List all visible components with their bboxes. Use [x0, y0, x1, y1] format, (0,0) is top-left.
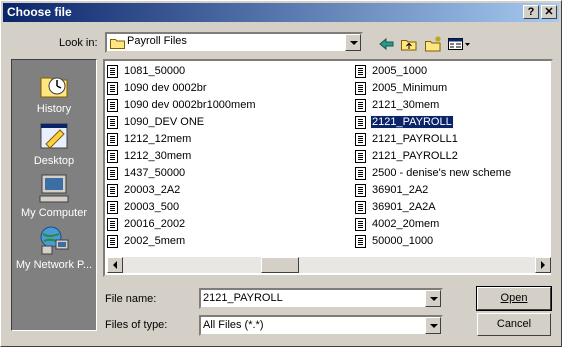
cancel-button[interactable]: Cancel — [477, 313, 551, 336]
cancel-button-label: Cancel — [496, 318, 532, 330]
history-icon — [38, 68, 70, 100]
document-icon — [107, 133, 118, 146]
places-my-network-label: My Network P... — [15, 259, 93, 271]
scroll-left-button[interactable] — [107, 257, 123, 273]
file-name-field[interactable]: 2121_PAYROLL — [199, 288, 443, 309]
document-icon — [107, 201, 118, 214]
document-icon — [107, 116, 118, 129]
places-my-network[interactable]: My Network P... — [12, 224, 96, 271]
document-icon — [355, 99, 366, 112]
document-icon — [355, 133, 366, 146]
file-name: 20003_2A2 — [124, 184, 181, 196]
file-name: 2500 - denise's new scheme — [372, 167, 512, 179]
file-name-label: File name: — [105, 293, 157, 305]
horizontal-scrollbar[interactable] — [107, 257, 551, 273]
file-name: 2005_Minimum — [372, 82, 448, 94]
file-name: 1212_12mem — [124, 133, 192, 145]
file-name: 36901_2A2 — [372, 184, 429, 196]
places-desktop[interactable]: Desktop — [12, 120, 96, 167]
file-type-label: Files of type: — [105, 319, 168, 331]
places-history-label: History — [36, 103, 72, 115]
document-icon — [355, 184, 366, 197]
look-in-value: Payroll Files — [127, 35, 187, 47]
open-button-label: Open — [500, 292, 528, 304]
document-icon — [355, 82, 366, 95]
document-icon — [355, 201, 366, 214]
file-name: 4002_20mem — [372, 218, 440, 230]
file-name-value: 2121_PAYROLL — [203, 292, 283, 304]
back-arrow-icon[interactable] — [377, 35, 397, 53]
places-desktop-label: Desktop — [33, 155, 75, 167]
document-icon — [355, 218, 366, 231]
document-icon — [355, 235, 366, 248]
file-name: 1081_50000 — [124, 65, 186, 77]
network-icon — [38, 224, 70, 256]
places-my-computer[interactable]: My Computer — [12, 172, 96, 219]
file-name: 1090_DEV ONE — [124, 116, 205, 128]
file-name: 1090 dev 0002br — [124, 82, 207, 94]
chevron-down-icon[interactable] — [345, 34, 361, 51]
document-icon — [107, 150, 118, 163]
look-in-label: Look in: — [59, 37, 98, 49]
places-history[interactable]: History — [12, 68, 96, 115]
folder-icon — [110, 37, 125, 52]
file-name: 20003_500 — [124, 201, 180, 213]
close-button[interactable]: ✕ — [541, 5, 557, 19]
document-icon — [107, 65, 118, 78]
file-name: 2121_PAYROLL1 — [372, 133, 458, 145]
help-button[interactable]: ? — [523, 5, 539, 19]
document-icon — [355, 116, 366, 129]
file-type-dropdown[interactable]: All Files (*.*) — [199, 315, 443, 336]
file-list[interactable]: 1081_50000 1090 dev 0002br 1090 dev 0002br… — [103, 59, 553, 277]
chevron-down-icon[interactable] — [425, 317, 441, 334]
document-icon — [107, 82, 118, 95]
open-button[interactable]: Open — [476, 286, 552, 311]
document-icon — [107, 184, 118, 197]
file-name: 2121_PAYROLL — [370, 115, 454, 129]
document-icon — [355, 167, 366, 180]
file-name: 50000_1000 — [372, 235, 434, 247]
places-bar: History Desktop My Computer My Network P… — [11, 59, 97, 331]
file-name: 20016_2002 — [124, 218, 186, 230]
title-bar[interactable]: Choose file ? ✕ — [3, 3, 559, 22]
file-name: 1437_50000 — [124, 167, 186, 179]
document-icon — [107, 99, 118, 112]
desktop-icon — [38, 120, 70, 152]
look-in-dropdown[interactable]: Payroll Files — [105, 32, 363, 53]
file-name: 2005_1000 — [372, 65, 428, 77]
view-menu-icon[interactable] — [447, 35, 471, 53]
file-name: 1090 dev 0002br1000mem — [124, 99, 256, 111]
document-icon — [107, 167, 118, 180]
document-icon — [107, 218, 118, 231]
file-name: 36901_2A2A — [372, 201, 436, 213]
places-my-computer-label: My Computer — [20, 207, 88, 219]
up-folder-icon[interactable] — [399, 35, 419, 53]
chevron-down-icon[interactable] — [425, 290, 441, 307]
document-icon — [355, 150, 366, 163]
new-folder-icon[interactable] — [423, 35, 443, 53]
file-type-value: All Files (*.*) — [203, 319, 264, 331]
scrollbar-thumb[interactable] — [261, 257, 299, 273]
file-name: 1212_30mem — [124, 150, 192, 162]
file-name: 2121_PAYROLL2 — [372, 150, 458, 162]
computer-icon — [38, 172, 70, 204]
choose-file-dialog: Choose file ? ✕ Look in: Payroll Files H… — [0, 0, 562, 347]
dialog-title: Choose file — [7, 5, 72, 19]
file-name: 2121_30mem — [372, 99, 440, 111]
scroll-right-button[interactable] — [535, 257, 551, 273]
document-icon — [107, 235, 118, 248]
file-name: 2002_5mem — [124, 235, 186, 247]
document-icon — [355, 65, 366, 78]
